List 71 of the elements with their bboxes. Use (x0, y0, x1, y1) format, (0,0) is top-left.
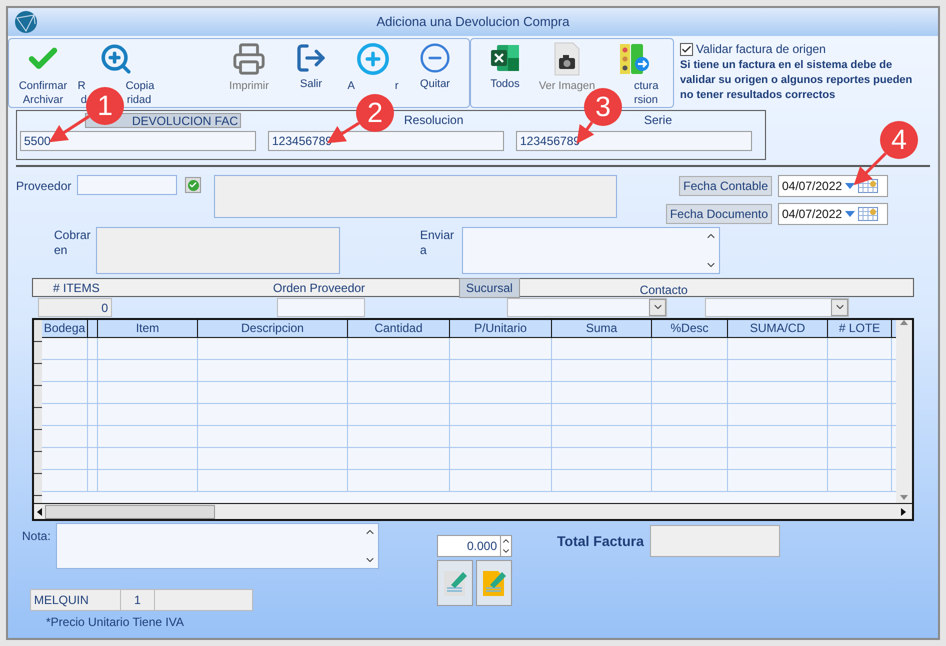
footnote: *Precio Unitario Tiene IVA (46, 614, 185, 631)
column-label: Sucursal (459, 278, 520, 298)
field-label: Fecha Contable (679, 176, 772, 196)
camera-document-icon (553, 42, 581, 76)
status-cell: 1 (121, 590, 155, 610)
quantity-spinner[interactable]: 0.000 (437, 535, 512, 557)
checkbox[interactable] (680, 42, 693, 56)
edit-document-button[interactable] (437, 560, 473, 606)
field-label: Nota: (22, 528, 52, 545)
status-cell: MELQUIN (31, 590, 121, 610)
toolbar-button[interactable]: A r (342, 39, 404, 93)
plus-icon (356, 42, 390, 76)
column-header[interactable]: Suma (552, 320, 652, 337)
horizontal-scrollbar[interactable] (34, 503, 912, 519)
column-label: Contacto (640, 282, 688, 298)
column-label: # ITEMS (53, 280, 101, 296)
edit-document-icon (441, 568, 469, 598)
printer-icon (232, 42, 266, 76)
window-title: Adiciona una Devolucion Compra (376, 13, 570, 32)
scroll-left-icon[interactable] (37, 508, 42, 516)
minus-icon (419, 42, 451, 74)
field-label: Serie (644, 113, 672, 128)
field-label: Proveedor (16, 178, 72, 195)
toolbar-button[interactable]: Salir (280, 39, 342, 91)
field-label: Enviar a (420, 228, 456, 258)
field-label: Cobrar en (54, 228, 92, 258)
column-header[interactable]: # LOTE (828, 320, 892, 337)
dropdown-arrow-icon (845, 211, 856, 217)
calendar-icon (858, 207, 878, 221)
field-label: Fecha Documento (666, 204, 772, 224)
total-label: Total Factura (557, 532, 644, 551)
column-header[interactable]: Bodega (42, 320, 88, 337)
address-box[interactable] (96, 227, 340, 274)
column-header[interactable]: Cantidad (348, 320, 450, 337)
dropdown-button[interactable] (831, 298, 848, 316)
column-header[interactable]: Item (98, 320, 198, 337)
annotation-arrow (854, 152, 887, 186)
items-count: 0 (38, 298, 112, 316)
column-header[interactable]: P/Unitario (450, 320, 552, 337)
supplier-field[interactable] (77, 175, 178, 195)
column-header[interactable]: Descripcion (198, 320, 348, 337)
toolbar-button[interactable]: Todos (474, 39, 536, 91)
globe-icon (14, 10, 38, 34)
validation-message: Si tiene un factura en el sistema debe de validar su origen o algunos reportes pueden no tener resultados correctos (680, 58, 914, 103)
column-header[interactable]: SUMA/CD (728, 320, 828, 337)
column-label: Orden Proveedor (273, 280, 366, 296)
date-picker[interactable]: 04/07/2022 (778, 203, 888, 225)
dropdown-button[interactable] (649, 298, 666, 316)
contact-dropdown[interactable] (705, 298, 849, 316)
column-header[interactable]: %Desc (652, 320, 728, 337)
exit-icon (295, 42, 327, 74)
order-field[interactable] (277, 298, 365, 316)
branch-dropdown[interactable] (507, 298, 667, 316)
text-field[interactable]: 123456789 (268, 131, 504, 151)
edit-document-icon (480, 568, 508, 598)
dropdown-arrow-icon (845, 183, 856, 189)
check-icon (681, 44, 692, 54)
text-field[interactable]: 5500 (20, 131, 256, 151)
toolbar-button[interactable]: Quitar (404, 39, 466, 91)
scroll-thumb[interactable] (45, 504, 215, 518)
date-picker[interactable]: 04/07/2022 (778, 175, 888, 197)
toolbar-button[interactable]: Confirmar Archivar (12, 39, 74, 107)
annotation-arrow (48, 115, 90, 142)
spreadsheet-icon (489, 42, 521, 74)
zoom-icon (99, 42, 133, 76)
conversion-icon (618, 42, 650, 76)
text-field[interactable]: 123456789 (516, 131, 752, 151)
scroll-right-icon[interactable] (901, 508, 906, 516)
checkbox-label: Validar factura de origen (696, 41, 826, 58)
verify-icon[interactable] (185, 177, 202, 193)
field-label: Resolucion (404, 113, 464, 128)
